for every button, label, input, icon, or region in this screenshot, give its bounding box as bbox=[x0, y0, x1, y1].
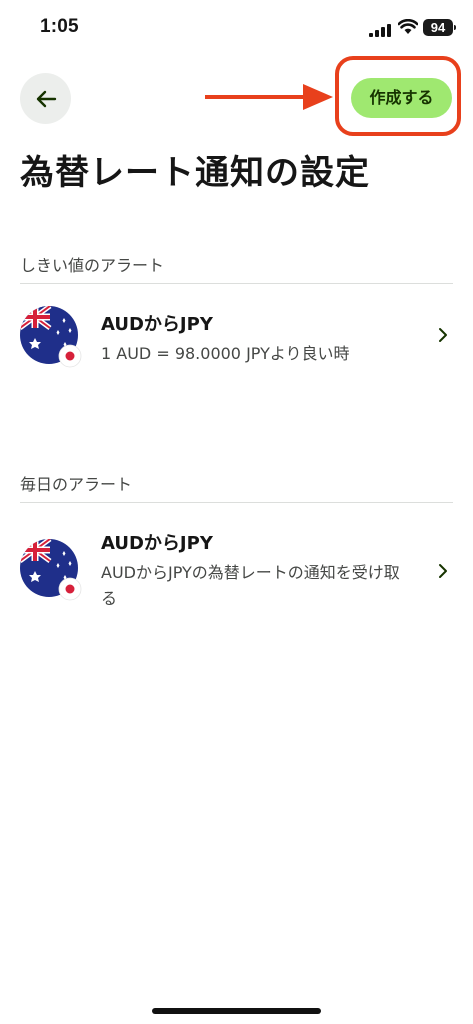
item-title: AUDからJPY bbox=[101, 314, 213, 335]
item-subtitle: AUDからJPYの為替レートの通知を受け取る bbox=[101, 563, 400, 608]
chevron-right-icon bbox=[438, 327, 448, 347]
battery-icon: 94 bbox=[423, 19, 456, 36]
australia-flag-icon bbox=[20, 306, 82, 368]
page-title: 為替レート通知の設定 bbox=[20, 153, 370, 193]
item-title: AUDからJPY bbox=[101, 533, 213, 554]
status-time: 1:05 bbox=[40, 16, 79, 37]
wifi-icon bbox=[397, 18, 419, 39]
arrow-left-icon bbox=[36, 90, 56, 107]
threshold-alert-item[interactable]: AUDからJPY 1 AUD = 98.0000 JPYより良い時 bbox=[0, 284, 473, 394]
australia-flag-icon bbox=[20, 539, 82, 601]
back-button[interactable] bbox=[20, 73, 71, 124]
item-subtitle: 1 AUD = 98.0000 JPYより良い時 bbox=[101, 344, 350, 363]
daily-alert-item[interactable]: AUDからJPY AUDからJPYの為替レートの通知を受け取る bbox=[0, 503, 473, 613]
cellular-signal-icon bbox=[369, 22, 391, 41]
section-heading-daily: 毎日のアラート bbox=[20, 475, 133, 494]
annotation-arrow-icon bbox=[205, 84, 333, 114]
section-heading-threshold: しきい値のアラート bbox=[20, 256, 165, 275]
create-button[interactable]: 作成する bbox=[351, 78, 452, 118]
chevron-right-icon bbox=[438, 563, 448, 583]
home-indicator[interactable] bbox=[152, 1008, 321, 1014]
